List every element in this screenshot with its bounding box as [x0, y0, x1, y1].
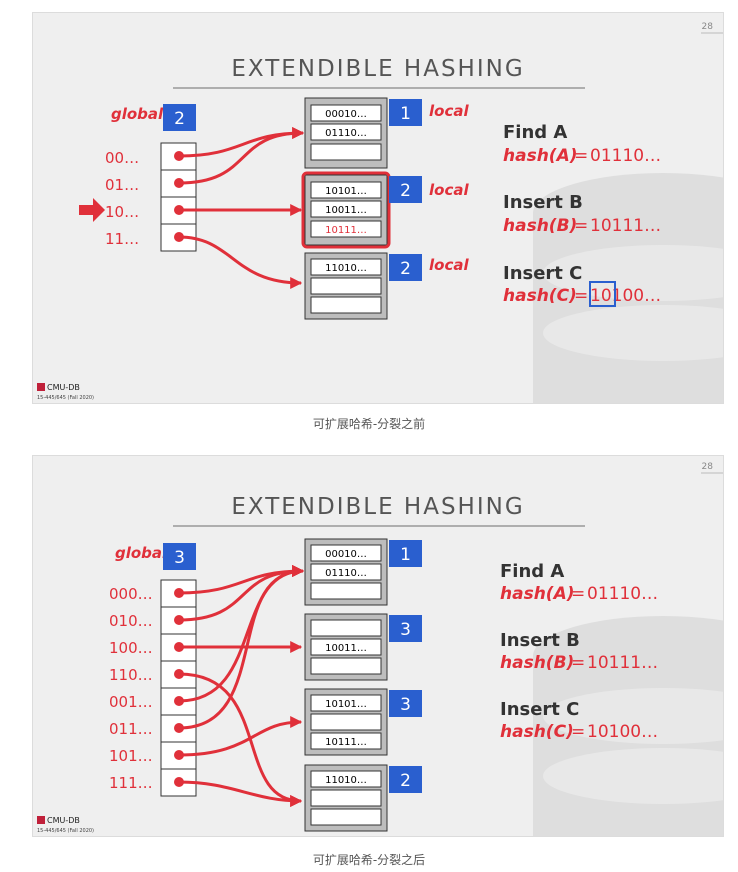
op-value: 01110…: [590, 146, 661, 166]
directory: 000… 010… 100… 110… 001… 011… 101… 111…: [109, 579, 197, 797]
op-title: Find A: [500, 561, 564, 582]
op-value: 01110…: [587, 584, 658, 604]
local-depth: 1: [400, 104, 411, 124]
bucket: 10101… 10011… 10111… 2 local: [301, 171, 469, 249]
bucket-entry: 10101…: [325, 186, 367, 197]
local-depth: 2: [400, 259, 411, 279]
directory-key: 110…: [109, 666, 153, 684]
bucket-entry: 11010…: [325, 263, 367, 274]
directory-key: 10…: [105, 203, 139, 221]
local-depth: 1: [400, 545, 411, 565]
bucket: 10011… 3: [304, 613, 422, 681]
local-depth: 3: [400, 695, 411, 715]
directory-key: 11…: [105, 230, 139, 248]
directory-key: 011…: [109, 720, 153, 738]
page-number: 28: [702, 22, 714, 32]
op-hash: hash(C): [500, 722, 574, 742]
op-hash: hash(A): [500, 584, 575, 604]
local-depth: 2: [400, 181, 411, 201]
op-value: 10111…: [590, 216, 661, 236]
op-eq: =: [571, 722, 585, 742]
bucket-entry: 10111…: [325, 225, 367, 236]
directory-pointers: [178, 565, 305, 807]
op-title: Insert B: [500, 630, 580, 651]
pointer-arrow-icon: [79, 198, 105, 222]
bucket-entry: 10011…: [325, 205, 367, 216]
op-hash: hash(B): [503, 216, 577, 236]
slide-after-canvas: 28 EXTENDIBLE HASHING global 3 000… 010……: [37, 462, 723, 836]
bucket-entry: 10111…: [325, 737, 367, 748]
op-hash: hash(A): [503, 146, 578, 166]
local-label: local: [429, 181, 469, 199]
op-value: 10100…: [590, 286, 661, 306]
logo-text: CMU-DB: [47, 383, 80, 392]
op-title: Insert C: [503, 263, 582, 284]
bucket-entry: 00010…: [325, 109, 367, 120]
global-label: global: [115, 544, 168, 562]
op-title: Insert B: [503, 192, 583, 213]
global-depth: 2: [174, 109, 185, 129]
op-eq: =: [574, 146, 588, 166]
bucket: 00010… 01110… 1 local: [304, 97, 469, 169]
directory-key: 00…: [105, 149, 139, 167]
op-value: 10100…: [587, 722, 658, 742]
cmu-logo-icon: [37, 816, 45, 824]
op-hash: hash(C): [503, 286, 577, 306]
bucket-entry: 10011…: [325, 643, 367, 654]
op-eq: =: [571, 653, 585, 673]
bucket: 00010… 01110… 1: [304, 538, 422, 606]
bucket-entry: 11010…: [325, 775, 367, 786]
caption-after: 可扩展哈希-分裂之后: [312, 853, 426, 867]
local-depth: 2: [400, 771, 411, 791]
global-label: global: [111, 105, 164, 123]
bucket: 11010… 2 local: [304, 252, 469, 320]
global-depth: 3: [174, 548, 185, 568]
op-value: 10111…: [587, 653, 658, 673]
local-depth: 3: [400, 620, 411, 640]
slide-title: EXTENDIBLE HASHING: [231, 56, 524, 82]
directory-pointers: [178, 127, 305, 289]
op-title: Find A: [503, 122, 567, 143]
op-hash: hash(B): [500, 653, 574, 673]
directory-key: 111…: [109, 774, 153, 792]
op-eq: =: [571, 584, 585, 604]
bucket-entry: 01110…: [325, 128, 367, 139]
local-label: local: [429, 256, 469, 274]
local-label: local: [429, 102, 469, 120]
bucket-entry: 00010…: [325, 549, 367, 560]
op-title: Insert C: [500, 699, 579, 720]
bucket-entry: 10101…: [325, 699, 367, 710]
caption-before: 可扩展哈希-分裂之前: [312, 417, 426, 431]
directory-key: 001…: [109, 693, 153, 711]
cmu-logo-icon: [37, 383, 45, 391]
directory-key: 01…: [105, 176, 139, 194]
bucket-entry: 01110…: [325, 568, 367, 579]
directory-key: 100…: [109, 639, 153, 657]
slide-before-split: 28 EXTENDIBLE HASHING global 2 00… 01… 1…: [32, 12, 724, 404]
slide-before-canvas: 28 EXTENDIBLE HASHING global 2 00… 01… 1…: [37, 22, 723, 403]
directory-key: 101…: [109, 747, 153, 765]
page-number: 28: [702, 462, 714, 472]
directory-key: 010…: [109, 612, 153, 630]
directory-key: 000…: [109, 585, 153, 603]
slide-after-split: 28 EXTENDIBLE HASHING global 3 000… 010……: [32, 455, 724, 837]
op-eq: =: [574, 216, 588, 236]
logo-text: CMU-DB: [47, 816, 80, 825]
course-text: 15-445/645 (Fall 2020): [37, 395, 94, 401]
slide-title: EXTENDIBLE HASHING: [231, 494, 524, 520]
bucket: 10101… 10111… 3: [304, 688, 422, 756]
op-eq: =: [574, 286, 588, 306]
course-text: 15-445/645 (Fall 2020): [37, 828, 94, 834]
bucket: 11010… 2: [304, 764, 422, 832]
